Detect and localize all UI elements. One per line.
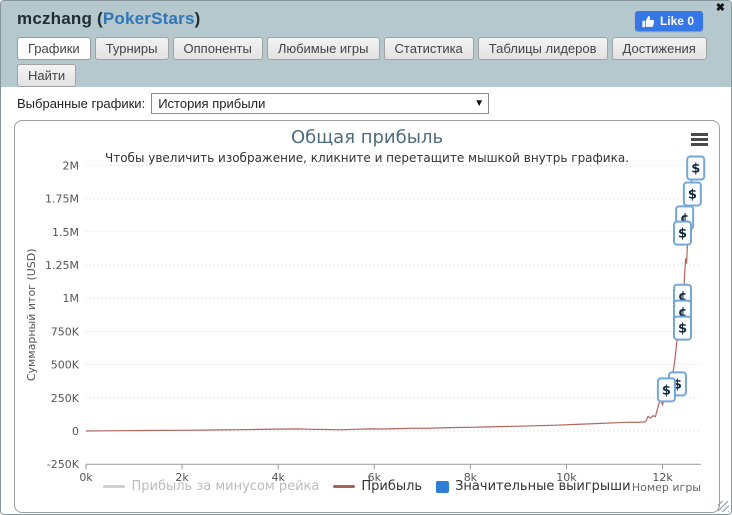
header-section: mczhang (PokerStars) Like 0 Графики Турни… (1, 1, 731, 113)
page-title: mczhang (PokerStars) (17, 9, 201, 29)
legend-line-swatch (103, 485, 126, 488)
win-symbol: $ (688, 187, 697, 202)
thumbs-up-icon (642, 15, 655, 27)
y-tick-label: 750K (51, 325, 80, 338)
tab-favorite-games[interactable]: Любимые игры (266, 37, 380, 60)
legend-item[interactable]: Прибыль (333, 479, 422, 494)
significant-win-marker[interactable]: $ (673, 315, 693, 341)
graph-select-value: История прибыли (158, 95, 266, 111)
graph-select-label: Выбранные графики: (17, 95, 146, 111)
poker-stats-widget: mczhang (PokerStars) Like 0 Графики Турни… (0, 0, 732, 515)
y-tick-label: 500K (51, 359, 80, 372)
chart-legend: Прибыль за минусом рейка Прибыль Значитель… (15, 479, 719, 494)
graph-select-dropdown[interactable]: История прибыли ▼ (151, 92, 490, 114)
tab-search[interactable]: Найти (17, 64, 77, 87)
legend-line-swatch (333, 485, 356, 488)
close-icon[interactable]: ✖ (716, 3, 725, 14)
legend-label: Значительные выигрыши (455, 479, 631, 494)
significant-win-marker[interactable]: $ (682, 181, 702, 207)
legend-item[interactable]: Значительные выигрыши (436, 479, 631, 494)
win-symbol: $ (691, 162, 700, 177)
y-tick-label: 1.5M (52, 226, 79, 239)
resize-handle[interactable] (718, 501, 729, 512)
legend-label: Прибыль за минусом рейка (131, 479, 320, 494)
legend-item[interactable]: Прибыль за минусом рейка (103, 479, 319, 494)
chart-plot-area[interactable]: 2M1.75M1.5M1.25M1M750K500K250K0-250K0k 2k… (15, 121, 719, 513)
tab-tournaments[interactable]: Турниры (94, 37, 169, 60)
content-area: Выбранные графики: История прибыли ▼ Общ… (1, 87, 731, 514)
dropdown-arrow-icon: ▼ (474, 97, 485, 109)
y-tick-label: 1.75M (45, 193, 79, 206)
legend-label: Прибыль (361, 479, 423, 494)
y-tick-label: 250K (51, 392, 80, 405)
graph-selector-row: Выбранные графики: История прибыли ▼ (1, 87, 731, 114)
site-name: PokerStars (102, 9, 195, 28)
x-axis-title: Номер игры (631, 481, 701, 494)
y-tick-label: -250K (47, 458, 80, 471)
tab-bar-row1: Графики Турниры Оппоненты Любимые игры Стати… (17, 37, 717, 87)
tab-graphs[interactable]: Графики (17, 37, 91, 60)
tab-opponents[interactable]: Оппоненты (172, 37, 263, 60)
chart-panel: Общая прибыль Чтобы увеличить изображени… (14, 120, 720, 513)
tab-statistics[interactable]: Статистика (383, 37, 474, 60)
y-tick-label: 1M (63, 292, 80, 305)
significant-win-marker[interactable]: $ (686, 155, 706, 181)
facebook-like-button[interactable]: Like 0 (634, 11, 703, 31)
y-tick-label: 1.25M (45, 259, 79, 272)
paren-text: ) (194, 9, 201, 28)
win-symbol: $ (678, 227, 687, 242)
header-row: mczhang (PokerStars) Like 0 (17, 9, 717, 31)
username-text: mczhang ( (17, 9, 103, 28)
y-tick-label: 0 (72, 425, 79, 438)
tab-leaderboards[interactable]: Таблицы лидеров (477, 37, 608, 60)
significant-win-marker[interactable]: $ (656, 377, 676, 403)
win-symbol: $ (662, 383, 671, 398)
tab-achievements[interactable]: Достижения (611, 37, 707, 60)
like-label: Like 0 (659, 14, 694, 28)
y-tick-label: 2M (63, 159, 80, 172)
win-symbol: $ (678, 322, 687, 337)
legend-square-swatch (436, 480, 450, 493)
significant-win-marker[interactable]: $ (673, 220, 693, 246)
y-axis-title: Суммарный итог (USD) (25, 248, 38, 381)
